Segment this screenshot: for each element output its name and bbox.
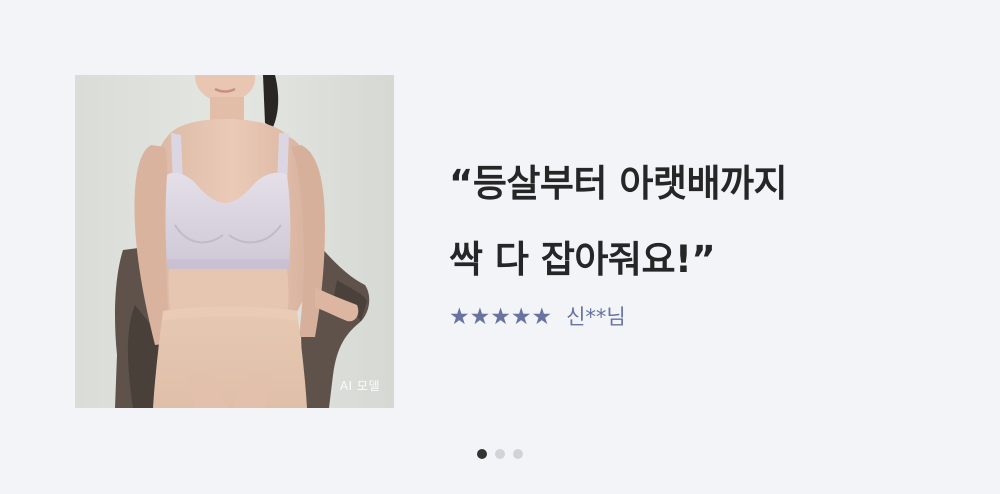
review-meta: ★★★★★ 신**님 [449, 300, 626, 334]
reviewer-name: 신**님 [566, 304, 626, 329]
star-rating-icon: ★★★★★ [449, 303, 553, 330]
ai-model-tag: AI 모델 [339, 379, 380, 393]
pagination-dot-2[interactable] [495, 449, 505, 459]
review-photo: AI 모델 [75, 75, 394, 408]
quote-line-2: 싹 다 잡아줘요!” [449, 238, 716, 281]
review-quote: “등살부터 아랫배까지 싹 다 잡아줘요!” [449, 146, 969, 298]
carousel-pagination [477, 449, 523, 459]
pagination-dot-1[interactable] [477, 449, 487, 459]
review-slide: AI 모델 “등살부터 아랫배까지 싹 다 잡아줘요!” ★★★★★ 신**님 [0, 0, 1000, 494]
quote-line-1: “등살부터 아랫배까지 [449, 162, 788, 205]
pagination-dot-3[interactable] [513, 449, 523, 459]
model-illustration [75, 75, 394, 408]
